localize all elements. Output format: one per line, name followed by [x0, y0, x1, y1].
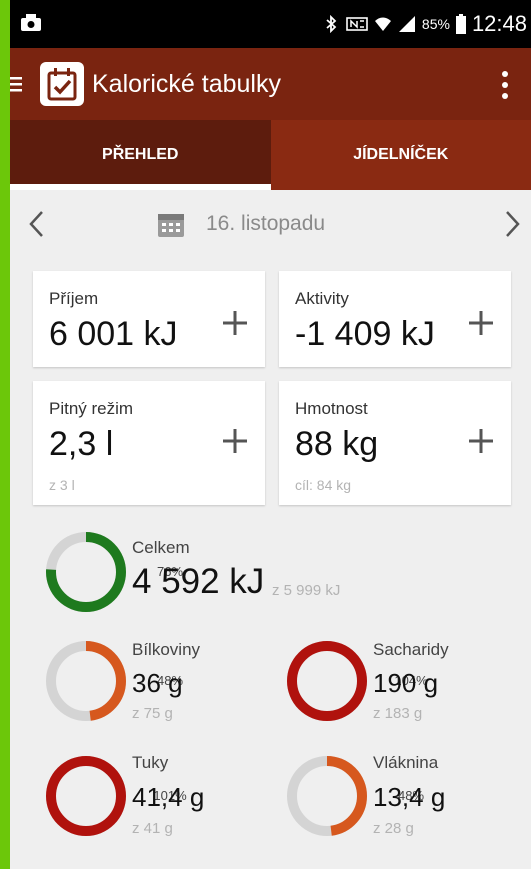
tab-prehled[interactable]: PŘEHLED: [10, 120, 271, 190]
chevron-left-icon[interactable]: [22, 208, 52, 240]
card-aktivity-label: Aktivity: [295, 289, 349, 308]
bilkoviny-label: Bílkoviny: [132, 640, 201, 659]
battery-percent: 85%: [421, 16, 450, 32]
card-prijem[interactable]: Příjem 6 001 kJ: [33, 271, 265, 367]
tab-bar: PŘEHLED JÍDELNÍČEK: [10, 120, 531, 190]
add-aktivity-icon[interactable]: [467, 309, 495, 337]
card-pitny-rezim[interactable]: Pitný režim 2,3 l z 3 l: [33, 381, 265, 505]
total-label: Celkem: [132, 538, 190, 557]
app-logo-icon: [40, 62, 84, 106]
tab-prehled-label: PŘEHLED: [102, 146, 179, 163]
add-prijem-icon[interactable]: [221, 309, 249, 337]
bilkoviny-sub: z 75 g: [132, 705, 173, 722]
app-bar: Kalorické tabulky: [10, 48, 531, 120]
card-hmotnost-value: 88 kg: [295, 425, 379, 463]
card-hmotnost-label: Hmotnost: [295, 399, 368, 418]
vlaknina-label: Vláknina: [373, 753, 439, 772]
add-hmotnost-icon[interactable]: [467, 427, 495, 455]
sacharidy-progress-ring: 104%: [285, 639, 428, 723]
card-pitny-sub: z 3 l: [49, 477, 75, 493]
app-title: Kalorické tabulky: [92, 70, 281, 98]
battery-icon: [455, 14, 466, 34]
add-pitny-icon[interactable]: [221, 427, 249, 455]
bilkoviny-value: 36 g: [132, 668, 183, 698]
tab-jidelnicek-label: JÍDELNÍČEK: [353, 146, 449, 163]
chevron-right-icon[interactable]: [497, 208, 527, 240]
nfc-icon: [346, 17, 368, 31]
tuky-progress-ring: 101%: [44, 754, 187, 838]
status-bar: 85% 12:48: [10, 0, 531, 48]
vlaknina-progress-ring: 48%: [285, 754, 424, 838]
calendar-icon[interactable]: [156, 209, 186, 239]
card-aktivity[interactable]: Aktivity -1 409 kJ: [279, 271, 511, 367]
card-hmotnost[interactable]: Hmotnost 88 kg cíl: 84 kg: [279, 381, 511, 505]
photo-icon: [21, 14, 41, 31]
status-icons: 85% 12:48: [322, 10, 527, 38]
card-prijem-label: Příjem: [49, 289, 99, 308]
tuky-value: 41,4 g: [132, 782, 205, 812]
card-pitny-value: 2,3 l: [49, 425, 114, 463]
sacharidy-value: 190 g: [373, 668, 439, 698]
app-screen: 85% 12:48 Kalorické tabulky PŘEHLED JÍDE…: [10, 0, 531, 869]
date-navigation: 16. listopadu: [10, 196, 531, 252]
card-pitny-label: Pitný režim: [49, 399, 134, 418]
tab-jidelnicek[interactable]: JÍDELNÍČEK: [270, 120, 531, 190]
more-vert-icon[interactable]: [501, 70, 509, 100]
card-hmotnost-sub: cíl: 84 kg: [295, 477, 352, 493]
total-progress-ring: 76%: [44, 530, 183, 614]
vlaknina-value: 13,4 g: [373, 782, 446, 812]
tuky-label: Tuky: [132, 753, 169, 772]
menu-icon[interactable]: [10, 74, 24, 94]
sacharidy-label: Sacharidy: [373, 640, 449, 659]
wifi-icon: [374, 17, 391, 31]
card-prijem-value: 6 001 kJ: [49, 315, 178, 353]
bluetooth-icon: [326, 15, 337, 33]
sacharidy-sub: z 183 g: [373, 705, 423, 722]
tuky-sub: z 41 g: [132, 820, 173, 837]
date-label[interactable]: 16. listopadu: [206, 212, 325, 236]
signal-icon: [398, 16, 415, 32]
vlaknina-sub: z 28 g: [373, 820, 414, 837]
total-sub: z 5 999 kJ: [272, 582, 341, 599]
card-aktivity-value: -1 409 kJ: [295, 315, 435, 353]
status-clock: 12:48: [471, 11, 527, 36]
total-value: 4 592 kJ: [132, 562, 265, 601]
bilkoviny-progress-ring: 48%: [44, 639, 183, 723]
